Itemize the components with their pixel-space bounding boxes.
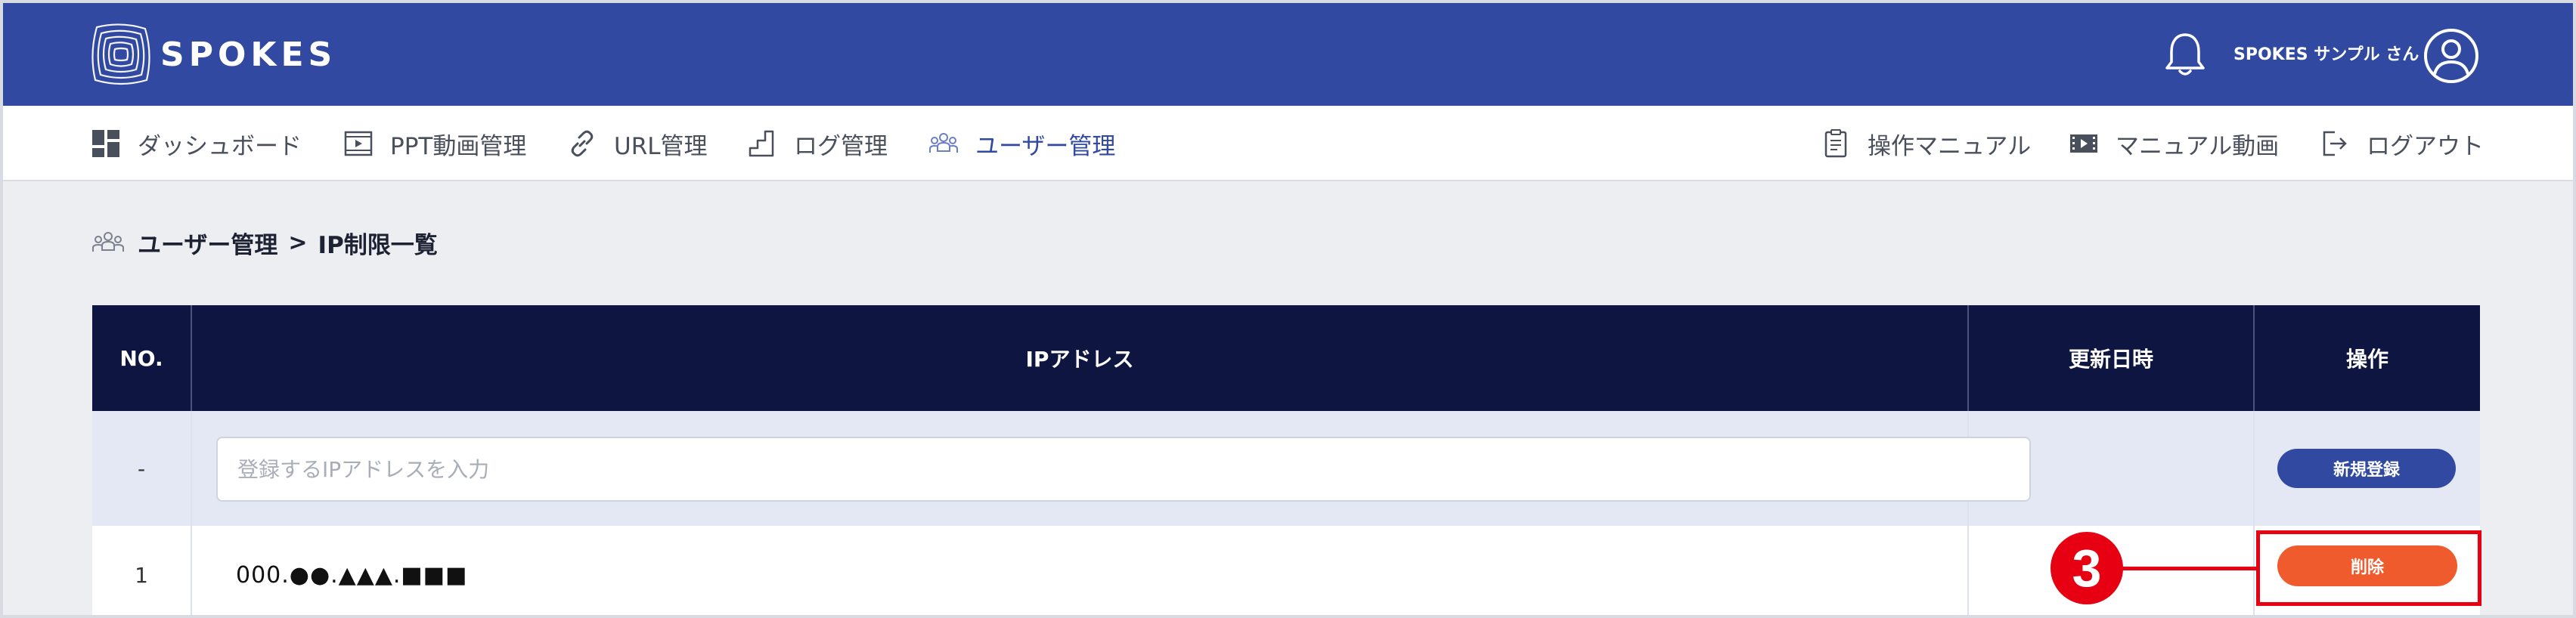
nav-log[interactable]: ログ管理 — [747, 106, 888, 181]
breadcrumb-current: IP制限一覧 — [318, 231, 438, 259]
step-badge: 3 — [2051, 532, 2123, 604]
user-avatar-icon[interactable] — [2423, 27, 2480, 85]
column-header-no: NO. — [92, 305, 192, 411]
callout-line — [2120, 567, 2259, 570]
main-nav: ダッシュボード PPT動画管理 URL管理 ログ管理 ユーザー管理 操作マニュア… — [3, 106, 2573, 181]
column-header-action: 操作 — [2345, 347, 2388, 372]
row-no: 1 — [92, 526, 192, 615]
spokes-logo-icon — [91, 23, 150, 85]
user-name: SPOKES サンプル さん — [2233, 45, 2419, 64]
users-icon — [92, 232, 124, 252]
row-ip-address: 000.●●.▲▲▲.■■■ — [236, 561, 468, 589]
logout-icon — [2323, 131, 2347, 156]
nav-logout-label: ログアウト — [2367, 132, 2484, 160]
dashboard-icon — [92, 130, 119, 157]
nav-ppt-video[interactable]: PPT動画管理 — [343, 106, 526, 181]
log-icon — [749, 130, 774, 157]
top-header: SPOKES SPOKES サンプル さん — [3, 3, 2573, 106]
bell-icon[interactable] — [2162, 30, 2208, 79]
column-header-updated: 更新日時 — [1969, 305, 2255, 411]
film-icon — [2070, 134, 2097, 153]
nav-manual-video[interactable]: マニュアル動画 — [2069, 106, 2279, 181]
breadcrumb: ユーザー管理 > IP制限一覧 — [91, 224, 438, 261]
nav-log-label: ログ管理 — [794, 132, 888, 160]
table-header: NO. IPアドレス 更新日時 操作 — [92, 305, 2480, 411]
manual-icon — [1824, 129, 1847, 158]
nav-manual-video-label: マニュアル動画 — [2116, 132, 2280, 160]
logo[interactable]: SPOKES — [86, 18, 336, 91]
nav-dashboard[interactable]: ダッシュボード — [91, 106, 302, 181]
new-row-updated — [1969, 411, 2255, 526]
delete-button[interactable]: 削除 — [2277, 545, 2457, 586]
breadcrumb-parent[interactable]: ユーザー管理 — [138, 226, 277, 260]
table-row-new: - 新規登録 — [92, 411, 2480, 526]
nav-url[interactable]: URL管理 — [567, 106, 708, 181]
register-button[interactable]: 新規登録 — [2277, 449, 2456, 488]
ip-address-input[interactable] — [216, 437, 2031, 502]
logo-text: SPOKES — [160, 35, 337, 74]
nav-user-management-label: ユーザー管理 — [975, 132, 1116, 160]
nav-dashboard-label: ダッシュボード — [138, 132, 302, 160]
ppt-video-icon — [344, 131, 373, 156]
nav-manual[interactable]: 操作マニュアル — [1821, 106, 2031, 181]
nav-url-label: URL管理 — [614, 132, 708, 160]
new-row-no: - — [92, 411, 192, 526]
breadcrumb-separator: > — [288, 229, 308, 256]
nav-ppt-video-label: PPT動画管理 — [390, 132, 527, 160]
users-icon — [929, 133, 958, 153]
column-header-ip: IPアドレス — [192, 305, 1969, 411]
nav-user-management[interactable]: ユーザー管理 — [928, 106, 1115, 181]
nav-logout[interactable]: ログアウト — [2320, 106, 2484, 181]
app-frame: SPOKES SPOKES サンプル さん ダッシュボード PPT動画管理 UR… — [0, 0, 2576, 618]
nav-manual-label: 操作マニュアル — [1868, 132, 2032, 160]
link-icon — [571, 130, 594, 157]
